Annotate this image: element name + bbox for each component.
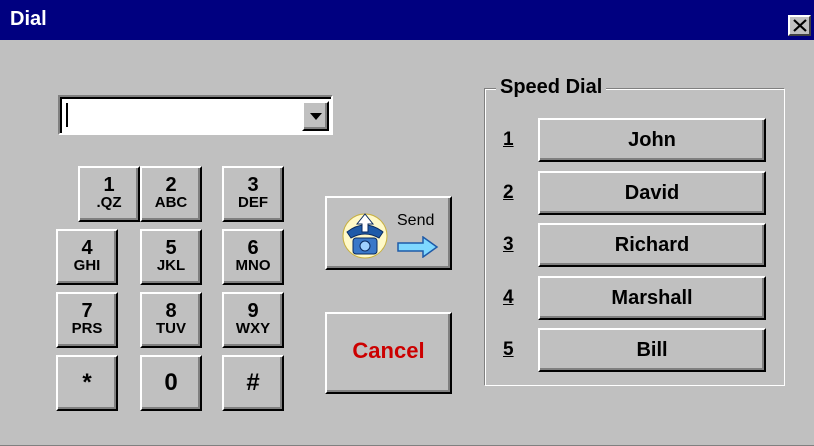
window-title: Dial [10,8,47,30]
key-letters: .QZ [96,194,122,211]
speed-dial-title: Speed Dial [496,76,607,99]
key-letters: GHI [73,257,101,274]
speed-dial-button-marshall[interactable]: Marshall [538,276,766,320]
speed-dial-number: 4 [503,287,514,308]
key-digit: 7 [81,300,93,322]
text-caret [66,103,68,127]
speed-dial-button-richard[interactable]: Richard [538,223,766,267]
telephone-send-icon [342,213,388,259]
key-3[interactable]: 3 DEF [222,166,284,222]
key-letters: WXY [235,320,271,337]
key-9[interactable]: 9 WXY [222,292,284,348]
key-digit: 1 [103,174,115,196]
cancel-button[interactable]: Cancel [325,312,452,394]
key-digit: 3 [247,174,259,196]
key-letters: ABC [154,194,188,211]
key-digit: 4 [81,237,93,259]
key-letters: TUV [156,320,186,337]
key-0[interactable]: 0 [140,355,202,411]
arrow-right-icon [397,236,439,258]
speed-dial-name: John [628,129,676,151]
key-digit: # [246,369,260,396]
key-digit: 2 [165,174,177,196]
key-6[interactable]: 6 MNO [222,229,284,285]
title-bar[interactable]: Dial [0,0,814,40]
key-letters: JKL [156,257,186,274]
key-digit: 0 [164,369,178,396]
speed-dial-name: Bill [636,339,668,361]
dial-dialog: Dial 1 .QZ 2 ABC 3 DEF 4 GHI 5 JKL 6 MNO… [0,0,814,446]
key-star[interactable]: * [56,355,118,411]
close-button[interactable] [788,15,811,36]
key-letters: MNO [235,257,271,274]
key-7[interactable]: 7 PRS [56,292,118,348]
speed-dial-button-david[interactable]: David [538,171,766,215]
speed-dial-name: Richard [614,234,690,256]
speed-dial-name: David [624,182,680,204]
number-combobox[interactable] [58,95,333,135]
key-digit: 5 [165,237,177,259]
cancel-label: Cancel [352,338,425,363]
send-button[interactable]: Send [325,196,452,270]
key-digit: 9 [247,300,259,322]
key-5[interactable]: 5 JKL [140,229,202,285]
key-2[interactable]: 2 ABC [140,166,202,222]
number-input[interactable] [64,101,301,129]
send-label: Send [397,212,435,229]
dropdown-button[interactable] [302,101,329,131]
key-digit: * [82,369,92,396]
key-1[interactable]: 1 .QZ [78,166,140,222]
key-letters: DEF [238,194,268,211]
chevron-down-icon [310,113,322,120]
speed-dial-button-john[interactable]: John [538,118,766,162]
key-8[interactable]: 8 TUV [140,292,202,348]
close-icon [793,19,807,32]
speed-dial-button-bill[interactable]: Bill [538,328,766,372]
speed-dial-number: 3 [503,234,514,255]
key-digit: 8 [165,300,177,322]
key-4[interactable]: 4 GHI [56,229,118,285]
speed-dial-name: Marshall [611,287,693,309]
speed-dial-number: 1 [503,129,514,150]
key-letters: PRS [71,320,103,337]
speed-dial-number: 5 [503,339,514,360]
key-hash[interactable]: # [222,355,284,411]
key-digit: 6 [247,237,259,259]
speed-dial-number: 2 [503,182,514,203]
